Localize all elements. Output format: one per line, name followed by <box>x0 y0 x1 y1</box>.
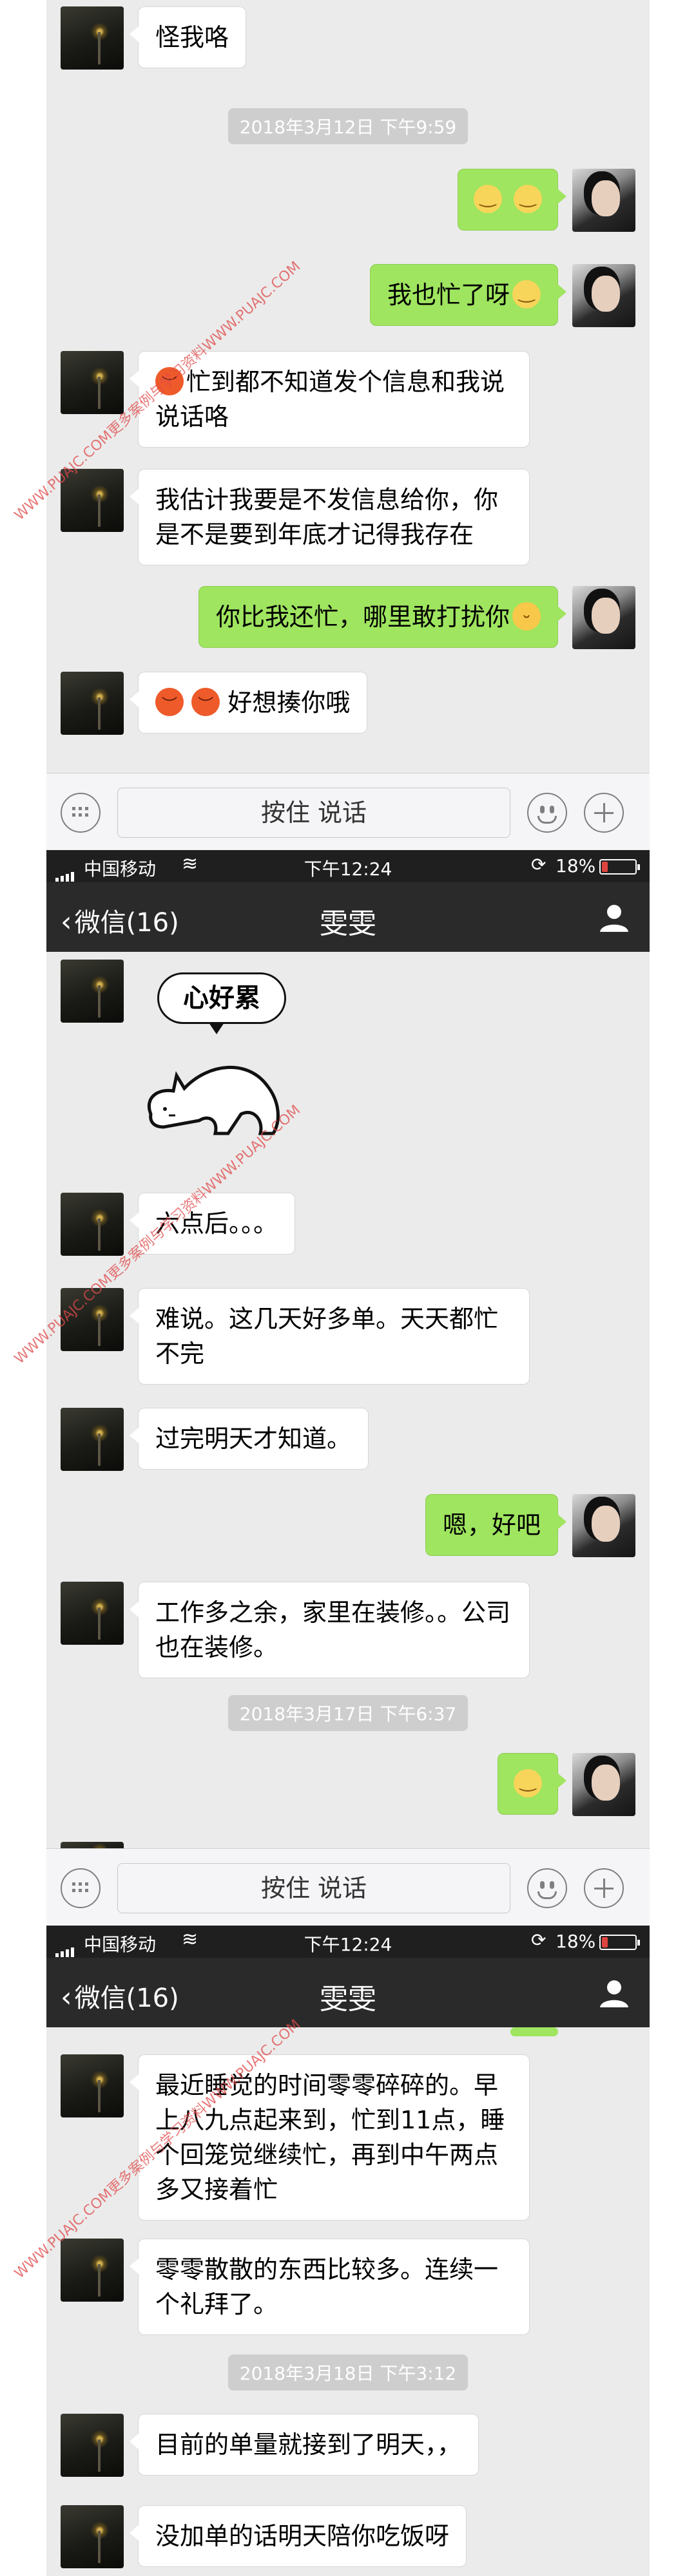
battery-icon <box>599 859 640 875</box>
incoming-message[interactable]: 零零散散的东西比较多。连续一个礼拜了。 <box>130 2239 530 2335</box>
chat-screenshot-3: 中国移动 ≋ 下午12:24 ⟳ 18% ‹ 微信(16) 雯雯 最近睡觉的时间零… <box>46 1926 650 2576</box>
outgoing-message[interactable]: 你比我还忙，哪里敢打扰你 <box>198 586 567 648</box>
rotation-lock-icon: ⟳ <box>531 854 546 875</box>
timestamp-text: 2018年3月18日 下午3:12 <box>227 2354 469 2391</box>
message-text: 嗯，好吧 <box>442 1511 541 1539</box>
angry-emoji-icon <box>155 688 184 716</box>
incoming-message[interactable]: 没加单的话明天陪你吃饭呀 <box>129 2505 467 2567</box>
contact-avatar[interactable] <box>61 2239 124 2302</box>
chat-screenshot-1: 怪我咯 2018年3月12日 下午9:59 我也忙了呀 忙到都不知道发个信息和我… <box>46 0 650 850</box>
timestamp: 2018年3月12日 下午9:59 <box>46 108 650 144</box>
message-text: 你比我还忙，哪里敢打扰你 <box>215 603 510 631</box>
contact-avatar[interactable] <box>61 960 124 1023</box>
outgoing-message[interactable]: 嗯，好吧 <box>425 1494 567 1556</box>
shy-emoji-icon <box>514 185 542 213</box>
contact-avatar[interactable] <box>61 2054 124 2117</box>
message-text: 我估计我要是不发信息给你，你是不是要到年底才记得我存在 <box>155 486 499 549</box>
shy-emoji-icon <box>512 280 541 308</box>
timestamp-text: 2018年3月17日 下午6:37 <box>227 1695 469 1731</box>
rotation-lock-icon: ⟳ <box>531 1929 546 1951</box>
my-avatar[interactable] <box>572 264 635 327</box>
sticker-caption: 心好累 <box>157 972 286 1024</box>
my-avatar[interactable] <box>572 1753 635 1816</box>
incoming-message[interactable]: 过完明天才知道。 <box>129 1408 369 1470</box>
battery-percent: 18% <box>556 1931 596 1952</box>
partial-outgoing-bubble <box>510 2027 558 2036</box>
timestamp: 2018年3月17日 下午6:37 <box>46 1695 650 1731</box>
outgoing-message[interactable] <box>457 169 567 231</box>
my-avatar[interactable] <box>572 586 635 649</box>
battery-icon <box>599 1935 640 1950</box>
hold-to-talk-button[interactable]: 按住 说话 <box>117 1863 510 1913</box>
hold-to-talk-button[interactable]: 按住 说话 <box>117 788 510 838</box>
keyboard-icon[interactable] <box>61 793 101 833</box>
incoming-message[interactable]: 难说。这几天好多单。天天都忙不完 <box>130 1288 530 1385</box>
incoming-message[interactable]: 好想揍你哦 <box>129 672 368 734</box>
outgoing-message[interactable] <box>498 1753 566 1815</box>
chat-screenshot-2: 中国移动 ≋ 下午12:24 ⟳ 18% ‹ 微信(16) 雯雯 心好累 六点后。… <box>46 850 650 1926</box>
contact-avatar[interactable] <box>61 672 124 735</box>
shy-emoji-icon <box>514 1769 542 1797</box>
chat-title: 雯雯 <box>320 907 376 940</box>
message-text: 我也忙了呀 <box>387 281 510 309</box>
message-text: 难说。这几天好多单。天天都忙不完 <box>155 1305 499 1368</box>
contact-avatar[interactable] <box>61 2414 124 2477</box>
message-text: 零零散散的东西比较多。连续一个礼拜了。 <box>155 2255 499 2318</box>
my-avatar[interactable] <box>572 169 635 232</box>
status-bar: 中国移动 ≋ 下午12:24 ⟳ 18% <box>46 850 650 882</box>
message-text: 目前的单量就接到了明天，， <box>155 2430 462 2459</box>
input-bar: 按住 说话 <box>46 773 650 850</box>
incoming-message[interactable]: 目前的单量就接到了明天，， <box>129 2414 479 2476</box>
nav-bar: ‹ 微信(16) 雯雯 <box>46 882 650 952</box>
incoming-message[interactable]: 工作多之余，家里在装修。。公司也在装修。 <box>130 1582 530 1678</box>
shy-emoji-icon <box>473 185 502 213</box>
contact-avatar[interactable] <box>61 6 124 70</box>
nav-bar: ‹ 微信(16) 雯雯 <box>46 1958 650 2027</box>
plus-icon[interactable] <box>584 1868 624 1908</box>
contact-icon[interactable] <box>598 902 630 934</box>
message-text: 没加单的话明天陪你吃饭呀 <box>155 2522 450 2550</box>
plus-icon[interactable] <box>584 793 624 833</box>
contact-icon[interactable] <box>598 1977 630 2009</box>
sticker-caption-tail <box>209 1023 224 1034</box>
contact-avatar[interactable] <box>61 2505 124 2568</box>
message-text: 过完明天才知道。 <box>155 1425 352 1453</box>
contact-avatar[interactable] <box>61 1408 124 1471</box>
contact-avatar[interactable] <box>61 351 124 414</box>
timestamp: 2018年3月18日 下午3:12 <box>46 2354 650 2391</box>
status-bar: 中国移动 ≋ 下午12:24 ⟳ 18% <box>46 1926 650 1958</box>
message-text: 工作多之余，家里在装修。。公司也在装修。 <box>155 1598 511 1662</box>
angry-emoji-icon <box>191 688 220 716</box>
contact-avatar[interactable] <box>61 1193 124 1256</box>
incoming-message[interactable]: 怪我咯 <box>129 6 247 68</box>
my-avatar[interactable] <box>572 1494 635 1557</box>
outgoing-message[interactable]: 我也忙了呀 <box>369 264 567 326</box>
emoji-icon[interactable] <box>527 793 567 833</box>
battery-percent: 18% <box>556 855 596 876</box>
input-bar: 按住 说话 <box>46 1848 650 1926</box>
contact-avatar[interactable] <box>61 1582 124 1645</box>
chat-title: 雯雯 <box>320 1983 376 2016</box>
message-text: 怪我咯 <box>155 23 229 52</box>
incoming-message[interactable]: 我估计我要是不发信息给你，你是不是要到年底才记得我存在 <box>130 469 530 565</box>
smirk-emoji-icon <box>512 602 541 642</box>
keyboard-icon[interactable] <box>61 1868 101 1908</box>
message-text: 忙到都不知道发个信息和我说说话咯 <box>155 368 505 431</box>
incoming-message[interactable]: 最近睡觉的时间零零碎碎的。早上八九点起来到，忙到11点，睡个回笼觉继续忙，再到中… <box>130 2054 530 2221</box>
timestamp-text: 2018年3月12日 下午9:59 <box>227 108 469 144</box>
message-text: 好想揍你哦 <box>227 688 351 717</box>
emoji-icon[interactable] <box>527 1868 567 1908</box>
